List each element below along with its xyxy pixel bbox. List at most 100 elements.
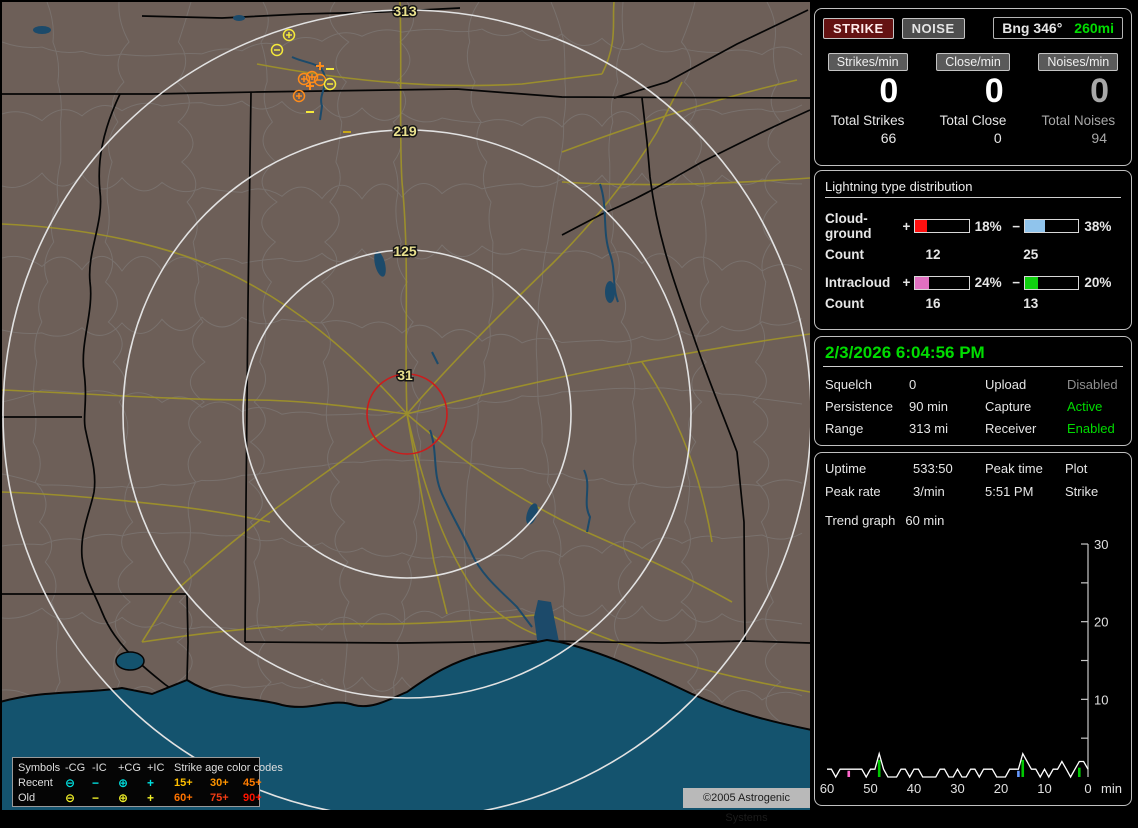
datetime-display: 2/3/2026 6:04:56 PM <box>825 343 985 362</box>
counters-panel: STRIKE NOISE Bng 346° 260mi Strikes/min … <box>814 8 1132 166</box>
strikes-column: Strikes/min 0 Total Strikes 66 <box>815 53 920 146</box>
neg-ic-old-icon: − <box>92 790 100 805</box>
close-per-min-chip[interactable]: Close/min <box>936 53 1010 71</box>
intracloud-row: Intracloud + 24% − 20% <box>825 275 1121 290</box>
neg-cg-old-icon: ⊖ <box>65 790 76 805</box>
squelch-label: Squelch <box>825 377 872 392</box>
trend-panel: Uptime 533:50 Peak time Plot Peak rate 3… <box>814 452 1132 806</box>
lightning-map[interactable]: 31 125 219 313 Symbols -CG -IC +CG +IC Stri… <box>2 2 810 824</box>
trend-graph: 10 20 30 60 50 40 30 20 10 0 min <box>820 537 1122 796</box>
upload-status: Disabled <box>1067 377 1118 392</box>
legend-col-pos-cg: +CG <box>118 761 141 774</box>
distribution-title: Lightning type distribution <box>825 179 1121 198</box>
age-75: 75+ <box>210 791 229 804</box>
strikes-per-min-chip[interactable]: Strikes/min <box>827 53 908 71</box>
cg-negative-count: 25 <box>1023 247 1039 262</box>
age-60: 60+ <box>174 791 193 804</box>
strikes-per-min-value: 0 <box>879 72 899 110</box>
plot-value: Strike <box>1065 484 1099 499</box>
receiver-status: Enabled <box>1067 421 1115 436</box>
total-noises-label: Total Noises <box>1041 113 1116 128</box>
total-noises-value: 94 <box>1091 130 1107 146</box>
strike-button[interactable]: STRIKE <box>823 17 894 39</box>
age-45: 45+ <box>243 776 262 789</box>
legend-col-neg-ic: -IC <box>92 761 107 774</box>
cg-positive-percent: 18% <box>974 218 1002 234</box>
total-close-value: 0 <box>993 130 1002 146</box>
legend-recent-label: Recent <box>18 776 53 789</box>
legend-old-label: Old <box>18 791 36 804</box>
svg-text:0: 0 <box>1084 781 1091 796</box>
persistence-value: 90 min <box>909 399 949 414</box>
count-label: Count <box>825 247 864 262</box>
receiver-label: Receiver <box>985 421 1037 436</box>
bearing-readout: Bng 346° 260mi <box>993 17 1123 39</box>
map-canvas: 31 125 219 313 <box>2 2 810 810</box>
ic-positive-count: 16 <box>925 296 941 311</box>
svg-text:10: 10 <box>1094 692 1108 707</box>
peak-rate-value: 3/min <box>913 484 945 499</box>
cg-positive-bar <box>914 219 970 233</box>
ic-positive-bar <box>914 275 970 290</box>
neg-cg-recent-icon: ⊖ <box>65 775 76 790</box>
svg-text:50: 50 <box>863 781 877 796</box>
peak-time-value: 5:51 PM <box>985 484 1034 499</box>
cg-positive-count: 12 <box>925 247 941 262</box>
cloud-ground-label: Cloud-ground <box>825 211 872 241</box>
upload-label: Upload <box>985 377 1027 392</box>
svg-text:31: 31 <box>397 367 413 383</box>
cloud-ground-count-row: Count 12 25 <box>825 247 1121 262</box>
capture-status: Active <box>1067 399 1103 414</box>
divider <box>823 366 1123 367</box>
range-value: 313 mi <box>909 421 949 436</box>
close-per-min-value: 0 <box>984 72 1004 110</box>
svg-text:30: 30 <box>950 781 964 796</box>
ic-positive-percent: 24% <box>974 275 1002 290</box>
legend-col-pos-ic: +IC <box>147 761 165 774</box>
cg-negative-bar <box>1024 219 1080 233</box>
noises-per-min-chip[interactable]: Noises/min <box>1038 53 1119 71</box>
ic-negative-percent: 20% <box>1084 275 1112 290</box>
plus-sign: + <box>902 275 911 290</box>
bearing-distance: 260mi <box>1074 20 1114 36</box>
age-90: 90+ <box>243 791 262 804</box>
peak-rate-label: Peak rate <box>825 484 881 499</box>
pos-ic-old-icon: + <box>147 790 155 805</box>
svg-text:60: 60 <box>820 781 834 796</box>
svg-text:min: min <box>1101 781 1122 796</box>
plus-sign: + <box>902 218 911 234</box>
total-close-label: Total Close <box>939 113 1007 128</box>
svg-text:125: 125 <box>393 243 417 259</box>
noise-button[interactable]: NOISE <box>901 17 965 39</box>
svg-text:20: 20 <box>1094 615 1108 630</box>
count-label: Count <box>825 296 864 311</box>
capture-label: Capture <box>985 399 1032 414</box>
pos-cg-recent-icon: ⊕ <box>118 775 129 790</box>
svg-text:20: 20 <box>994 781 1008 796</box>
uptime-value: 533:50 <box>913 461 953 476</box>
legend-col-neg-cg: -CG <box>65 761 86 774</box>
total-strikes-label: Total Strikes <box>830 113 905 128</box>
trend-window-value: 60 min <box>905 513 945 528</box>
age-30: 30+ <box>210 776 229 789</box>
range-label: Range <box>825 421 864 436</box>
svg-text:313: 313 <box>393 3 417 19</box>
svg-text:219: 219 <box>393 123 417 139</box>
noises-per-min-value: 0 <box>1090 72 1109 110</box>
plot-label: Plot <box>1065 461 1088 476</box>
intracloud-label: Intracloud <box>825 275 891 290</box>
persistence-label: Persistence <box>825 399 893 414</box>
noises-column: Noises/min 0 Total Noises 94 <box>1026 53 1131 146</box>
minus-sign: − <box>1012 275 1021 290</box>
svg-text:40: 40 <box>907 781 921 796</box>
intracloud-count-row: Count 16 13 <box>825 296 1121 311</box>
copyright-notice: ©2005 Astrogenic Systems <box>683 788 810 824</box>
neg-ic-recent-icon: − <box>92 775 100 790</box>
legend-age-header: Strike age color codes <box>174 761 283 774</box>
age-15: 15+ <box>174 776 193 789</box>
bearing-value: Bng 346° <box>1002 20 1063 36</box>
status-panel: 2/3/2026 6:04:56 PM Squelch 0 Upload Dis… <box>814 336 1132 446</box>
lightning-distribution-panel: Lightning type distribution Cloud-ground… <box>814 170 1132 330</box>
minus-sign: − <box>1012 218 1021 234</box>
lake-pontchartrain <box>115 651 145 671</box>
